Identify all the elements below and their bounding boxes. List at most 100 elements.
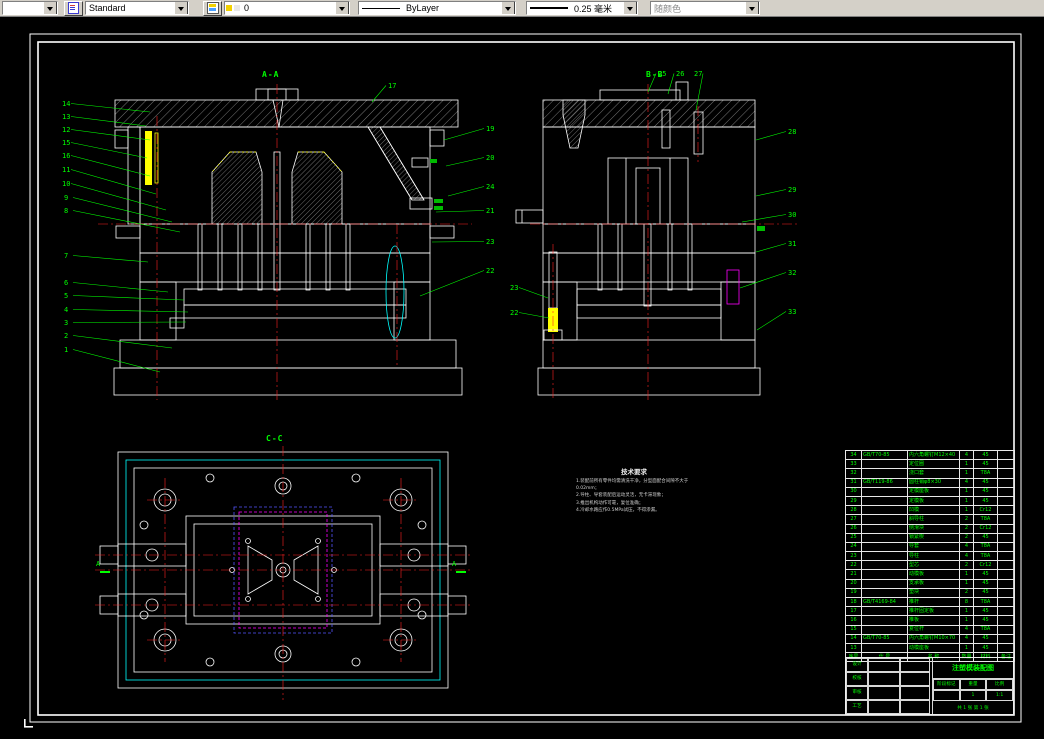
bom-code bbox=[861, 495, 908, 507]
linetype-combo-value: ByLayer bbox=[406, 3, 440, 13]
bom-row: 20 支承板 1 45 bbox=[845, 578, 1015, 589]
svg-text:2: 2 bbox=[64, 332, 68, 340]
layer-combo-value: 0 bbox=[244, 3, 250, 13]
svg-text:24: 24 bbox=[486, 183, 494, 191]
technical-notes-title: 技术要求 bbox=[621, 468, 647, 476]
bom-qty: 1 bbox=[959, 578, 974, 589]
svg-text:16: 16 bbox=[62, 152, 70, 160]
chevron-down-icon bbox=[501, 2, 515, 14]
bom-code bbox=[861, 587, 908, 599]
bom-no: 32 bbox=[845, 468, 862, 479]
bom-note bbox=[997, 569, 1015, 580]
svg-text:21: 21 bbox=[486, 207, 494, 215]
svg-text:8: 8 bbox=[64, 207, 68, 215]
bom-code bbox=[861, 514, 908, 525]
svg-text:13: 13 bbox=[62, 113, 70, 121]
section-view-a-a[interactable] bbox=[113, 88, 463, 396]
bom-no: 31 bbox=[845, 477, 862, 488]
left-cut-combo[interactable] bbox=[2, 1, 58, 15]
bom-material: 45 bbox=[973, 642, 998, 654]
cad-application-window: Standard 0 ByLayer 0.25 毫米 随颜色 14 13 12 … bbox=[0, 0, 1044, 739]
title-block-main: 注塑模装配图 阶段标记 重量 比例 1 1:1 共 1 张 第 1 张 bbox=[932, 658, 1013, 714]
sheet-page: 1 bbox=[959, 690, 987, 701]
approve-label: 审核 bbox=[846, 686, 868, 700]
bom-row: 33 定位圈 1 45 bbox=[845, 459, 1015, 470]
bom-code bbox=[861, 560, 908, 571]
svg-text:20: 20 bbox=[486, 154, 494, 162]
svg-text:12: 12 bbox=[62, 126, 70, 134]
bom-name: 垫块 bbox=[907, 587, 960, 599]
bom-qty: 4 bbox=[959, 633, 974, 644]
bom-code: GB/T70-85 bbox=[861, 449, 908, 461]
bom-no: 20 bbox=[845, 578, 862, 589]
style-combo[interactable]: Standard bbox=[85, 1, 189, 15]
bom-qty: 4 bbox=[959, 477, 974, 488]
bom-name: 推板 bbox=[907, 615, 960, 626]
svg-text:33: 33 bbox=[788, 308, 796, 316]
svg-text:31: 31 bbox=[788, 240, 796, 248]
bom-material: Cr12 bbox=[973, 505, 998, 516]
bom-material: T8A bbox=[973, 596, 998, 608]
bom-no: 21 bbox=[845, 569, 862, 580]
section-view-b-b[interactable] bbox=[515, 81, 765, 396]
bom-no: 33 bbox=[845, 459, 862, 470]
svg-text:17: 17 bbox=[388, 82, 396, 90]
bom-row: 32 浇口套 1 T8A bbox=[845, 468, 1015, 479]
bom-code bbox=[861, 459, 908, 470]
bom-code bbox=[861, 468, 908, 479]
bom-name: 锁紧楔 bbox=[907, 532, 960, 543]
bom-row: 15 复位杆 4 T8A bbox=[845, 624, 1015, 635]
bom-material: 45 bbox=[973, 486, 998, 497]
technical-notes-lines: 1.装配前所有零件均需清洗干净，分型面配合间隙不大于0.02mm； 2.导柱、导套… bbox=[576, 478, 692, 514]
bom-name: 内六角螺钉M10×70 bbox=[907, 633, 960, 644]
layer-combo[interactable]: 0 bbox=[224, 1, 350, 15]
svg-text:3: 3 bbox=[64, 319, 68, 327]
bom-no: 24 bbox=[845, 541, 862, 553]
ucs-icon bbox=[24, 719, 33, 728]
bom-name: 定模板 bbox=[907, 495, 960, 507]
bom-code bbox=[861, 541, 908, 553]
bom-row: 17 推杆固定板 1 45 bbox=[845, 606, 1015, 617]
linetype-combo[interactable]: ByLayer bbox=[358, 1, 516, 15]
text-style-icon-button[interactable] bbox=[64, 0, 83, 16]
bom-material: T8A bbox=[973, 514, 998, 525]
bom-name: 动模板 bbox=[907, 569, 960, 580]
bom-row: 24 导套 4 T8A bbox=[845, 541, 1015, 553]
bom-note bbox=[997, 633, 1015, 644]
bom-code bbox=[861, 505, 908, 516]
bom-material: 45 bbox=[973, 495, 998, 507]
bom-note bbox=[997, 615, 1015, 626]
title-block: 设计 校核 审核 工艺 注塑模装配图 阶段标记 重量 比例 1 1:1 共 1 … bbox=[845, 657, 1014, 715]
bom-qty: 1 bbox=[959, 606, 974, 617]
craft-label: 工艺 bbox=[846, 700, 868, 714]
lineweight-preview-icon bbox=[530, 7, 568, 9]
lineweight-combo[interactable]: 0.25 毫米 bbox=[526, 1, 638, 15]
svg-text:22: 22 bbox=[486, 267, 494, 275]
bom-material: 45 bbox=[973, 606, 998, 617]
bom-no: 28 bbox=[845, 505, 862, 516]
style-combo-value: Standard bbox=[89, 3, 126, 13]
bom-material: 45 bbox=[973, 569, 998, 580]
object-properties-toolbar: Standard 0 ByLayer 0.25 毫米 随颜色 bbox=[0, 0, 1044, 17]
bom-qty: 1 bbox=[959, 486, 974, 497]
plotstyle-combo-value: 随颜色 bbox=[654, 3, 682, 14]
bom-code bbox=[861, 624, 908, 635]
layer-properties-icon-button[interactable] bbox=[203, 0, 222, 16]
bom-material: 45 bbox=[973, 578, 998, 589]
plotstyle-combo[interactable]: 随颜色 bbox=[650, 1, 760, 15]
chevron-down-icon bbox=[623, 2, 637, 14]
bom-row: 22 型芯 2 Cr12 bbox=[845, 560, 1015, 571]
bom-material: 45 bbox=[973, 633, 998, 644]
bom-name: 导套 bbox=[907, 541, 960, 553]
bom-code: GB/T4169-84 bbox=[861, 596, 908, 608]
bom-note bbox=[997, 477, 1015, 488]
bom-no: 14 bbox=[845, 633, 862, 644]
bom-qty: 2 bbox=[959, 523, 974, 534]
bom-no: 17 bbox=[845, 606, 862, 617]
svg-text:5: 5 bbox=[64, 292, 68, 300]
bom-name: 推杆固定板 bbox=[907, 606, 960, 617]
drawing-title: 注塑模装配图 bbox=[933, 658, 1013, 679]
bom-material: T8A bbox=[973, 541, 998, 553]
bom-material: 45 bbox=[973, 477, 998, 488]
bom-material: T8A bbox=[973, 468, 998, 479]
